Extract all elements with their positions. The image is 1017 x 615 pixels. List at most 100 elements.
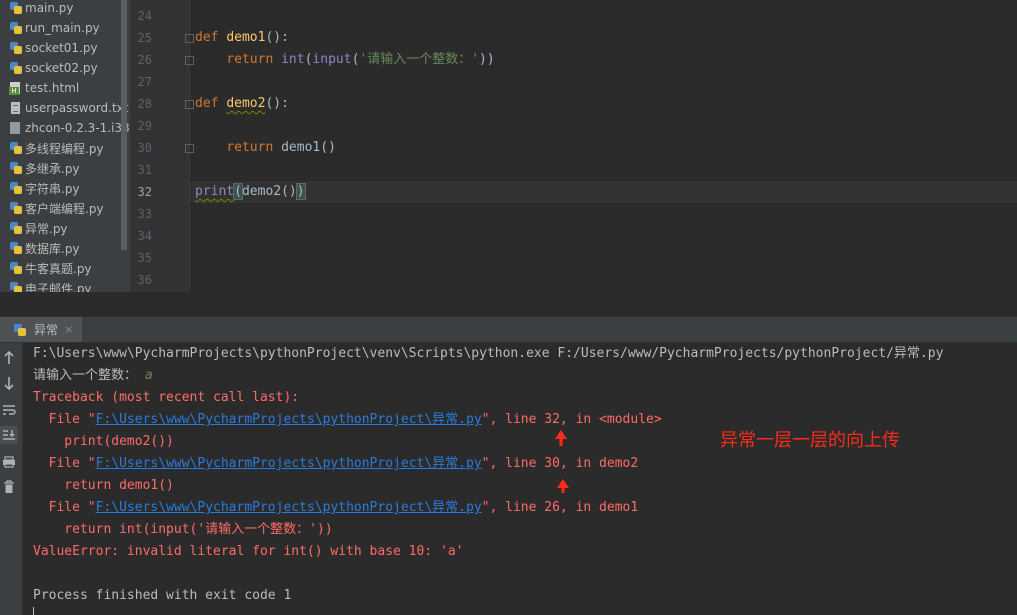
builtin: print bbox=[195, 184, 235, 199]
traceback-code: return demo1() bbox=[33, 478, 174, 493]
file-link[interactable]: F:\Users\www\PycharmProjects\pythonProje… bbox=[96, 412, 482, 427]
file-item[interactable]: 字符串.py bbox=[0, 178, 130, 198]
file-name: userpassword.txt bbox=[25, 101, 129, 115]
exit-message: Process finished with exit code 1 bbox=[33, 588, 292, 603]
console-command-line: F:\Users\www\PycharmProjects\pythonProje… bbox=[33, 346, 944, 361]
file-item[interactable]: run_main.py bbox=[0, 18, 130, 38]
fold-marker-icon[interactable] bbox=[185, 144, 194, 153]
python-file-icon bbox=[9, 221, 22, 235]
frame-prefix: File " bbox=[33, 456, 96, 471]
python-file-icon bbox=[9, 41, 22, 55]
fold-marker-icon[interactable] bbox=[185, 100, 194, 109]
python-file-icon bbox=[9, 261, 22, 275]
fold-marker-icon[interactable] bbox=[185, 34, 194, 43]
code-line-28[interactable]: def demo2(): bbox=[195, 93, 289, 115]
file-link[interactable]: F:\Users\www\PycharmProjects\pythonProje… bbox=[96, 456, 482, 471]
trash-icon[interactable] bbox=[0, 478, 18, 496]
python-file-icon bbox=[9, 241, 22, 255]
line-number: 24 bbox=[137, 9, 152, 23]
python-file-icon bbox=[9, 21, 22, 35]
prompt-text: 请输入一个整数： bbox=[33, 368, 145, 383]
code-text: demo2() bbox=[241, 184, 297, 199]
python-file-icon bbox=[9, 161, 22, 175]
python-file-icon bbox=[14, 323, 26, 336]
file-link[interactable]: F:\Users\www\PycharmProjects\pythonProje… bbox=[96, 500, 482, 515]
line-number: 25 bbox=[137, 31, 152, 45]
project-scrollbar[interactable] bbox=[121, 0, 127, 250]
code-text: )) bbox=[479, 52, 495, 67]
file-item[interactable]: 客户端编程.py bbox=[0, 198, 130, 218]
keyword: return bbox=[226, 52, 274, 67]
panel-divider[interactable] bbox=[0, 292, 1017, 317]
soft-wrap-icon[interactable] bbox=[0, 401, 18, 419]
run-toolbar bbox=[0, 343, 23, 615]
matched-bracket: ) bbox=[295, 183, 306, 200]
print-icon[interactable] bbox=[0, 453, 18, 471]
traceback-header: Traceback (most recent call last): bbox=[33, 390, 300, 405]
line-number: 31 bbox=[137, 163, 152, 177]
text-caret bbox=[33, 607, 34, 615]
down-arrow-icon[interactable] bbox=[0, 374, 18, 392]
code-line-25[interactable]: def demo1(): bbox=[195, 27, 289, 49]
file-name: 客户端编程.py bbox=[25, 201, 104, 216]
file-name: 异常.py bbox=[25, 221, 68, 236]
file-item[interactable]: 牛客真题.py bbox=[0, 258, 130, 278]
frame-prefix: File " bbox=[33, 412, 96, 427]
console-prompt-line: 请输入一个整数： a bbox=[33, 365, 153, 387]
matched-bracket: ( bbox=[233, 183, 243, 200]
keyword: def bbox=[195, 96, 219, 111]
up-arrow-icon bbox=[557, 479, 569, 493]
frame-suffix: ", line 32, in <module> bbox=[481, 412, 662, 427]
fold-marker-icon[interactable] bbox=[185, 56, 194, 65]
file-name: socket02.py bbox=[25, 61, 98, 75]
file-name: test.html bbox=[25, 81, 80, 95]
html-file-icon bbox=[9, 81, 22, 95]
code-line-32[interactable]: print(demo2()) bbox=[195, 181, 306, 203]
keyword: def bbox=[195, 30, 219, 45]
file-name: 多继承.py bbox=[25, 161, 80, 176]
file-item[interactable]: main.py bbox=[0, 0, 130, 18]
line-number: 27 bbox=[137, 75, 152, 89]
code-text: (): bbox=[265, 30, 289, 45]
run-tab[interactable]: 异常 × bbox=[0, 317, 82, 342]
file-item[interactable]: userpassword.txt bbox=[0, 98, 130, 118]
traceback-code: return int(input('请输入一个整数：')) bbox=[33, 522, 333, 537]
builtin: int bbox=[281, 52, 305, 67]
function-name: demo1 bbox=[226, 30, 266, 45]
line-number: 32 bbox=[137, 185, 152, 199]
builtin: input bbox=[312, 52, 352, 67]
file-item[interactable]: socket02.py bbox=[0, 58, 130, 78]
project-tree: main.py run_main.py socket01.py socket02.py… bbox=[0, 0, 130, 316]
line-number: 35 bbox=[137, 251, 152, 265]
file-item[interactable]: 异常.py bbox=[0, 218, 130, 238]
scroll-to-end-icon[interactable] bbox=[0, 426, 18, 444]
python-file-icon bbox=[9, 181, 22, 195]
code-line-30[interactable]: return demo1() bbox=[195, 137, 336, 159]
keyword: return bbox=[226, 140, 274, 155]
up-arrow-icon bbox=[555, 430, 567, 446]
frame-prefix: File " bbox=[33, 500, 96, 515]
file-name: 多线程编程.py bbox=[25, 141, 104, 156]
error-message: ValueError: invalid literal for int() wi… bbox=[33, 544, 464, 559]
frame-suffix: ", line 26, in demo1 bbox=[481, 500, 639, 515]
code-line-26[interactable]: return int(input('请输入一个整数：')) bbox=[195, 49, 495, 71]
code-text: (): bbox=[265, 96, 289, 111]
code-text: demo1() bbox=[281, 140, 336, 155]
file-item[interactable]: socket01.py bbox=[0, 38, 130, 58]
file-item[interactable]: zhcon-0.2.3-1.i386 bbox=[0, 118, 130, 138]
file-item[interactable]: 数据库.py bbox=[0, 238, 130, 258]
up-arrow-icon[interactable] bbox=[0, 349, 18, 367]
traceback-frame: File "F:\Users\www\PycharmProjects\pytho… bbox=[33, 409, 662, 431]
line-number: 26 bbox=[137, 53, 152, 67]
file-name: zhcon-0.2.3-1.i386 bbox=[25, 121, 130, 135]
run-panel-header: 异常 × bbox=[0, 317, 1017, 343]
file-item[interactable]: 多继承.py bbox=[0, 158, 130, 178]
close-icon[interactable]: × bbox=[64, 323, 73, 336]
file-name: 字符串.py bbox=[25, 181, 80, 196]
python-file-icon bbox=[9, 201, 22, 215]
frame-suffix: ", line 30, in demo2 bbox=[481, 456, 639, 471]
file-item[interactable]: 多线程编程.py bbox=[0, 138, 130, 158]
function-name: demo2 bbox=[226, 96, 266, 111]
archive-file-icon bbox=[9, 121, 22, 135]
file-item[interactable]: test.html bbox=[0, 78, 130, 98]
